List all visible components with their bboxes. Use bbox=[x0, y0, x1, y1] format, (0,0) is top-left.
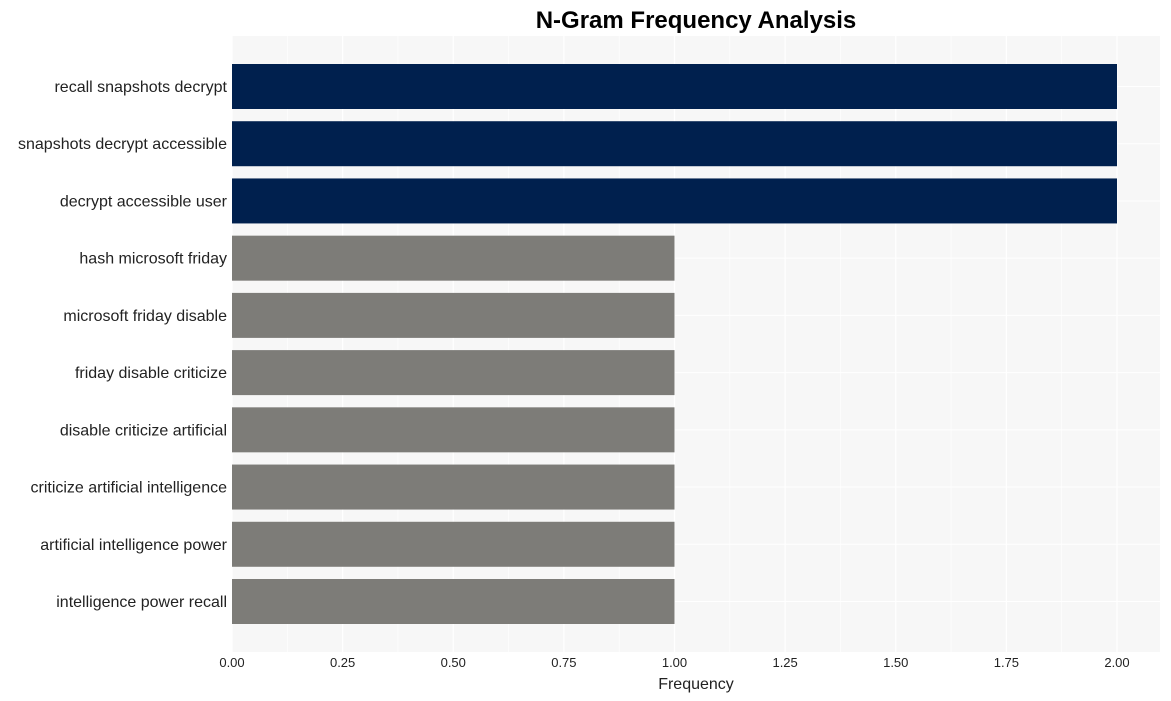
y-axis-labels: recall snapshots decrypt snapshots decryp… bbox=[18, 79, 228, 611]
ngram-bar-chart: recall snapshots decrypt snapshots decryp… bbox=[18, 7, 1160, 693]
bar bbox=[232, 121, 1117, 167]
y-tick-label: criticize artificial intelligence bbox=[30, 480, 227, 497]
bar bbox=[232, 464, 675, 510]
y-tick-label: microsoft friday disable bbox=[63, 308, 227, 325]
bar bbox=[232, 64, 1117, 109]
y-tick-label: snapshots decrypt accessible bbox=[18, 136, 227, 153]
y-tick-label: artificial intelligence power bbox=[40, 537, 227, 554]
bar bbox=[232, 178, 1117, 224]
bar bbox=[232, 292, 675, 338]
y-tick-label: disable criticize artificial bbox=[60, 422, 227, 439]
x-tick-label: 0.00 bbox=[219, 655, 244, 670]
x-tick-label: 1.25 bbox=[772, 655, 797, 670]
y-tick-label: intelligence power recall bbox=[56, 594, 227, 611]
y-tick-label: hash microsoft friday bbox=[79, 251, 227, 268]
y-tick-label: decrypt accessible user bbox=[60, 193, 228, 210]
x-tick-label: 0.75 bbox=[551, 655, 576, 670]
x-tick-label: 0.50 bbox=[441, 655, 466, 670]
x-tick-label: 0.25 bbox=[330, 655, 355, 670]
chart-title: N-Gram Frequency Analysis bbox=[536, 7, 857, 34]
bar bbox=[232, 350, 675, 396]
x-tick-label: 1.50 bbox=[883, 655, 908, 670]
x-axis-label: Frequency bbox=[658, 676, 734, 693]
bar bbox=[232, 235, 675, 281]
y-tick-label: friday disable criticize bbox=[75, 365, 227, 382]
x-axis-ticks: 0.00 0.25 0.50 0.75 1.00 1.25 1.50 1.75 2.00 bbox=[219, 655, 1129, 670]
y-tick-label: recall snapshots decrypt bbox=[54, 79, 227, 96]
bar bbox=[232, 521, 675, 567]
x-tick-label: 1.00 bbox=[662, 655, 687, 670]
x-tick-label: 1.75 bbox=[994, 655, 1019, 670]
x-tick-label: 2.00 bbox=[1104, 655, 1129, 670]
bar bbox=[232, 579, 675, 624]
bar bbox=[232, 407, 675, 453]
